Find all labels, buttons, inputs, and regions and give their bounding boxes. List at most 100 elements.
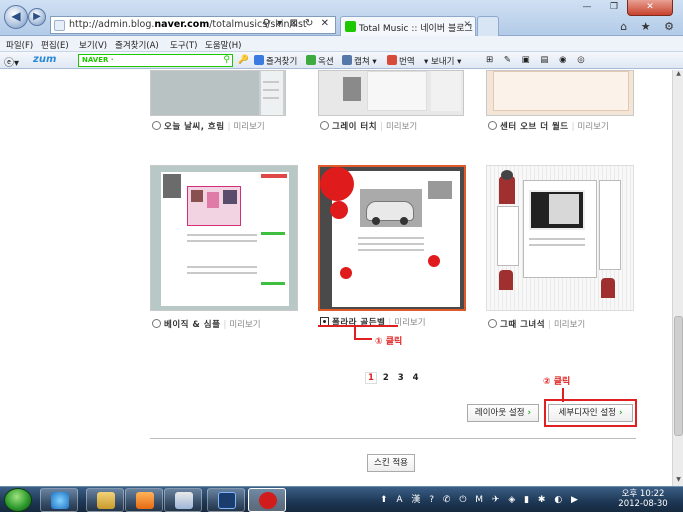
taskbar: ⬆ A 漢 ? ✆ ⏻ M ✈ ◈ ▮ ✱ ◐ ▶ 오후 10:22 2012-…	[0, 486, 683, 512]
skin-option-then-that-guy[interactable]: 그때 그녀석 | 미리보기	[488, 318, 585, 330]
search-icon[interactable]: ⚲	[223, 55, 230, 65]
taskbar-photoshop[interactable]	[207, 488, 245, 512]
annotation-step2: ② 클릭	[543, 377, 571, 387]
radio-center-of-world[interactable]	[488, 121, 497, 130]
toolbar-auction-label: 옥션	[318, 57, 334, 67]
start-button[interactable]	[4, 488, 32, 512]
auction-icon	[306, 55, 316, 65]
page-content: 오늘 날씨, 흐림 | 미리보기 그레이 터치 | 미리보기 센터 오브 더 월드 | 미리…	[0, 70, 683, 486]
maximize-button[interactable]: ❐	[601, 0, 627, 16]
close-window-button[interactable]: ✕	[627, 0, 673, 16]
menu-edit[interactable]: 편집(E)	[41, 39, 69, 51]
menu-tools[interactable]: 도구(T)	[170, 39, 197, 51]
skin-thumbnail-center-of-world[interactable]	[486, 70, 634, 116]
toolbar-translate-label: 번역	[399, 57, 415, 67]
pagination: 1 2 3 4	[365, 372, 422, 384]
forward-button[interactable]: ▶	[28, 8, 46, 26]
toolbar-capture-label: 캡쳐 ▾	[354, 57, 377, 67]
tab-total-music[interactable]: Total Music :: 네이버 블로그 ✕	[340, 16, 476, 36]
toolbar-send[interactable]: ▾ 보내기 ▾	[424, 55, 461, 67]
clock[interactable]: 오후 10:22 2012-08-30	[618, 489, 668, 509]
toolbar-favorites-label: 즐겨찾기	[266, 57, 298, 67]
skin-name-label[interactable]: 센터 오브 더 월드	[500, 122, 569, 132]
address-tools-icons[interactable]: ⚲ ▾ ⊠ ↻ ✕	[263, 18, 331, 29]
skin-name-label[interactable]: 베이직 & 심플	[164, 320, 220, 330]
toolbar-end-icons[interactable]: ⊞ ✎ ▣ ▤ ◉ ◎	[486, 55, 589, 65]
toolbar-send-label: ▾ 보내기 ▾	[424, 57, 462, 67]
tab-title: Total Music :: 네이버 블로그	[359, 24, 473, 34]
scroll-down-icon[interactable]: ▼	[674, 476, 683, 486]
radio-basic-simple[interactable]	[152, 319, 161, 328]
radio-gray-touch[interactable]	[320, 121, 329, 130]
skin-name-label[interactable]: 그때 그녀석	[500, 320, 545, 330]
toolbar-capture[interactable]: 캡쳐 ▾	[342, 55, 377, 67]
radio-weather-cloudy[interactable]	[152, 121, 161, 130]
skin-thumbnail-gray-touch[interactable]	[318, 70, 464, 116]
minimize-button[interactable]: —	[573, 0, 601, 16]
taskbar-paint[interactable]	[164, 488, 202, 512]
taskbar-media-player[interactable]	[125, 488, 163, 512]
address-bar[interactable]: http://admin.blog.naver.com/totalmusics/…	[50, 16, 336, 34]
skin-thumbnail-polara-golden-bell[interactable]	[318, 165, 466, 311]
annotation-connector	[354, 338, 372, 340]
layout-settings-button[interactable]: 레이아웃 설정 ›	[467, 404, 539, 422]
skin-thumbnail-then-that-guy[interactable]	[486, 165, 634, 311]
skin-name-label[interactable]: 오늘 날씨, 흐림	[164, 122, 225, 132]
menu-help[interactable]: 도움말(H)	[205, 39, 241, 51]
chevron-right-icon: ›	[527, 408, 532, 418]
ie-icon[interactable]: ⓔ▾	[4, 54, 19, 69]
vertical-scrollbar[interactable]: ▲ ▼	[672, 70, 683, 486]
ie-icon	[51, 492, 69, 509]
preview-link[interactable]: 미리보기	[578, 122, 609, 132]
menu-favorites[interactable]: 즐겨찾기(A)	[115, 39, 159, 51]
clock-date: 2012-08-30	[618, 499, 668, 509]
toolbar-auction[interactable]: 옥션	[306, 55, 334, 67]
capture-icon	[342, 55, 352, 65]
radio-then-that-guy[interactable]	[488, 319, 497, 328]
key-icon[interactable]: 🔑	[238, 55, 249, 65]
preview-link[interactable]: 미리보기	[554, 320, 585, 330]
page-1[interactable]: 1	[365, 372, 377, 384]
page-2[interactable]: 2	[380, 373, 392, 383]
preview-link[interactable]: 미리보기	[229, 320, 260, 330]
preview-link[interactable]: 미리보기	[394, 318, 425, 328]
browser-titlebar: ◀ ▶ http://admin.blog.naver.com/totalmus…	[0, 0, 683, 36]
system-tray-icons[interactable]: ⬆ A 漢 ? ✆ ⏻ M ✈ ◈ ▮ ✱ ◐ ▶	[380, 492, 581, 505]
capture-app-icon	[259, 492, 277, 509]
tab-close-icon[interactable]: ✕	[463, 20, 471, 30]
taskbar-capture-app[interactable]	[248, 488, 286, 512]
home-favorites-tools-icons[interactable]: ⌂ ★ ⚙	[620, 20, 679, 33]
skin-option-basic-simple[interactable]: 베이직 & 심플 | 미리보기	[152, 318, 261, 330]
chevron-right-icon: ›	[618, 408, 623, 418]
skin-option-weather-cloudy[interactable]: 오늘 날씨, 흐림 | 미리보기	[152, 120, 265, 132]
skin-option-gray-touch[interactable]: 그레이 터치 | 미리보기	[320, 120, 417, 132]
skin-name-label[interactable]: 그레이 터치	[332, 122, 377, 132]
menu-file[interactable]: 파일(F)	[6, 39, 33, 51]
preview-link[interactable]: 미리보기	[386, 122, 417, 132]
skin-option-center-of-world[interactable]: 센터 오브 더 월드 | 미리보기	[488, 120, 609, 132]
skin-thumbnail-weather-cloudy[interactable]	[150, 70, 286, 116]
detail-design-settings-button[interactable]: 세부디자인 설정 ›	[548, 404, 633, 422]
preview-link[interactable]: 미리보기	[233, 122, 264, 132]
page-4[interactable]: 4	[410, 373, 422, 383]
scroll-thumb[interactable]	[674, 316, 683, 436]
back-button[interactable]: ◀	[4, 5, 28, 29]
new-tab-button[interactable]	[477, 16, 499, 36]
taskbar-ie[interactable]	[40, 488, 78, 512]
toolbar-translate[interactable]: 번역	[387, 55, 415, 67]
menu-bar: 파일(F) 편집(E) 보기(V) 즐겨찾기(A) 도구(T) 도움말(H)	[0, 36, 683, 52]
zum-logo[interactable]: zum	[33, 54, 56, 65]
menu-view[interactable]: 보기(V)	[79, 39, 107, 51]
skin-thumbnail-basic-simple[interactable]	[150, 165, 298, 311]
toolbar: ⓔ▾ zum NAVER · ⚲ 🔑 즐겨찾기 옥션 캡쳐 ▾ 번역 ▾ 보내기…	[0, 52, 683, 69]
detail-design-label: 세부디자인 설정	[558, 408, 616, 418]
taskbar-explorer[interactable]	[86, 488, 124, 512]
apply-skin-button[interactable]: 스킨 적용	[367, 454, 415, 472]
page-3[interactable]: 3	[395, 373, 407, 383]
scroll-up-icon[interactable]: ▲	[674, 70, 683, 80]
annotation-step1: ① 클릭	[375, 337, 403, 347]
naver-search-input[interactable]: NAVER · ⚲	[78, 54, 233, 67]
page-favicon-icon	[54, 20, 65, 31]
toolbar-favorites[interactable]: 즐겨찾기	[254, 55, 297, 67]
window-controls: — ❐ ✕	[573, 0, 683, 18]
